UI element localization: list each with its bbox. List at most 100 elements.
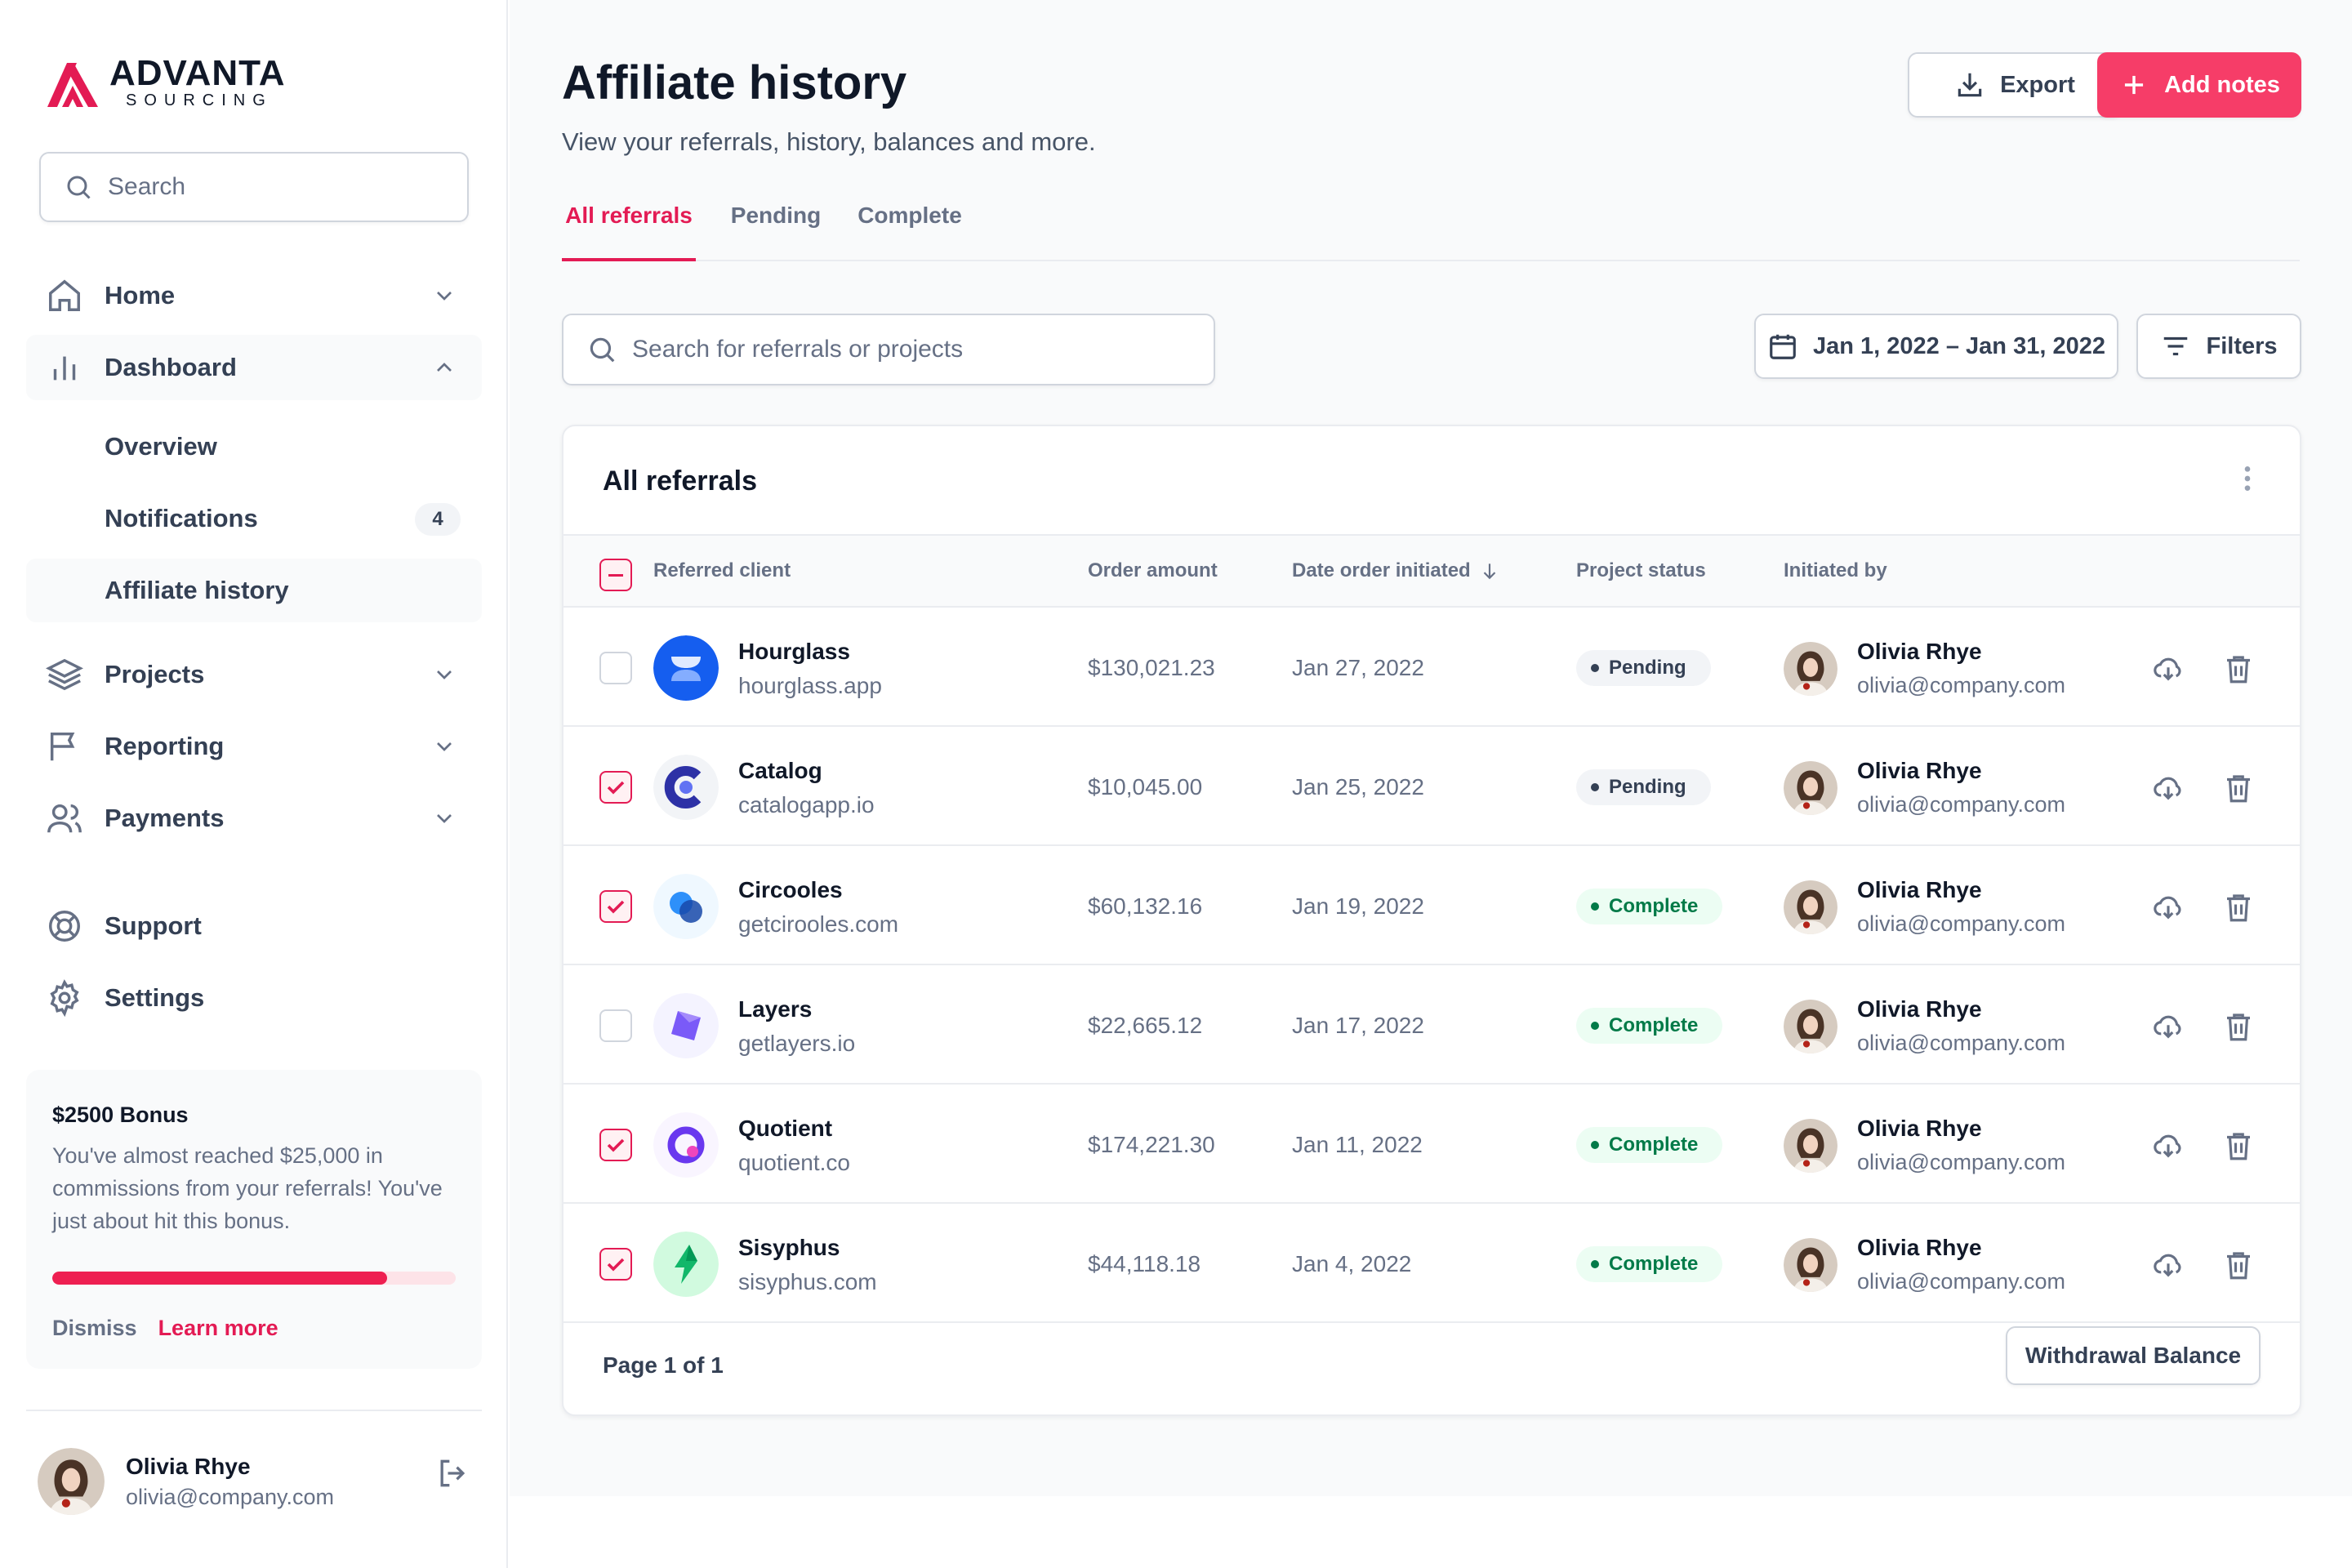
logout-icon[interactable] [434,1455,470,1491]
initiator-name: Olivia Rhye [1857,758,1982,783]
order-date: Jan 11, 2022 [1292,1132,1423,1157]
column-date-order-initiated[interactable]: Date order initiated [1292,536,1500,606]
avatar [1784,880,1838,934]
status-badge: Complete [1576,1127,1723,1163]
client-name: Quotient [738,1116,833,1141]
client-logo [653,1232,719,1297]
referrals-table-card: All referrals Referred client Order amou… [562,425,2301,1416]
sidebar-search-input[interactable] [108,173,451,201]
download-cloud-icon[interactable] [2151,1248,2185,1282]
sidebar-item-dashboard[interactable]: Dashboard [26,335,482,400]
download-cloud-icon[interactable] [2151,890,2185,924]
initiator-name: Olivia Rhye [1857,1235,1982,1260]
sidebar-item-support[interactable]: Support [26,893,482,959]
pagination-label: Page 1 of 1 [603,1352,724,1378]
row-checkbox[interactable] [599,652,632,684]
download-cloud-icon[interactable] [2151,652,2185,686]
check-icon [607,1258,625,1272]
table-row[interactable]: Quotient quotient.co $174,221.30 Jan 11,… [564,1086,2300,1204]
status-badge: Pending [1576,650,1711,686]
referral-search [562,314,1215,385]
download-icon [1958,73,1982,97]
avatar [1784,761,1838,815]
filter-lines-icon [2164,336,2188,356]
sidebar-user: Olivia Rhye olivia@company.com [38,1447,479,1516]
table-row[interactable]: Layers getlayers.io $22,665.12 Jan 17, 2… [564,967,2300,1085]
sidebar-item-notifications[interactable]: Notifications 4 [26,487,482,550]
learn-more-link[interactable]: Learn more [158,1316,278,1341]
column-label: Date order initiated [1292,559,1471,581]
download-cloud-icon[interactable] [2151,1129,2185,1163]
flag-icon [50,732,75,761]
trash-icon[interactable] [2221,652,2256,686]
add-notes-label: Add notes [2164,71,2280,98]
brand-logo[interactable]: ADVANTA SOURCING [44,54,286,111]
main-content: Affiliate history View your referrals, h… [510,0,2352,1496]
avatar [1784,1119,1838,1173]
column-initiated-by[interactable]: Initiated by [1784,536,1887,606]
avatar[interactable] [38,1448,105,1515]
client-url: catalogapp.io [738,792,875,817]
order-amount: $130,021.23 [1088,655,1215,680]
trash-icon[interactable] [2221,1248,2256,1282]
sidebar-item-home[interactable]: Home [26,263,482,328]
table-title: All referrals [603,466,757,497]
tab-all-referrals[interactable]: All referrals [562,191,696,261]
trash-icon[interactable] [2221,771,2256,805]
table-row[interactable]: Circooles getcirooles.com $60,132.16 Jan… [564,848,2300,965]
client-name: Sisyphus [738,1235,840,1260]
sidebar-item-settings[interactable]: Settings [26,965,482,1031]
gear-icon [50,979,79,1017]
row-checkbox[interactable] [599,1009,632,1042]
filters-button[interactable]: Filters [2136,314,2301,379]
trash-icon[interactable] [2221,1009,2256,1044]
withdrawal-balance-button[interactable]: Withdrawal Balance [2006,1326,2261,1385]
initiator-email: olivia@company.com [1857,911,2065,936]
dismiss-button[interactable]: Dismiss [52,1316,137,1341]
sidebar-item-label: Home [105,281,176,310]
search-icon [590,337,615,363]
column-referred-client[interactable]: Referred client [653,536,791,606]
tab-pending[interactable]: Pending [725,191,826,261]
initiator-name: Olivia Rhye [1857,996,1982,1022]
client-url: sisyphus.com [738,1269,877,1294]
sidebar-divider [26,1410,482,1411]
download-cloud-icon[interactable] [2151,1009,2185,1044]
more-vertical-icon[interactable] [2231,462,2264,495]
column-project-status[interactable]: Project status [1576,536,1706,606]
table-row[interactable]: Sisyphus sisyphus.com $44,118.18 Jan 4, … [564,1205,2300,1323]
table-row[interactable]: Hourglass hourglass.app $130,021.23 Jan … [564,609,2300,727]
row-checkbox[interactable] [599,771,632,804]
column-order-amount[interactable]: Order amount [1088,536,1218,606]
avatar [1784,1238,1838,1292]
bonus-progress-fill [52,1272,388,1285]
export-button[interactable]: Export [1908,52,2122,118]
tab-complete[interactable]: Complete [853,191,967,261]
row-checkbox[interactable] [599,1129,632,1161]
status-badge: Complete [1576,1246,1723,1282]
life-buoy-icon [49,911,80,942]
sidebar-item-label: Projects [105,660,205,688]
order-date: Jan 4, 2022 [1292,1251,1412,1276]
trash-icon[interactable] [2221,890,2256,924]
download-cloud-icon[interactable] [2151,771,2185,805]
check-icon [607,781,625,795]
trash-icon[interactable] [2221,1129,2256,1163]
status-badge: Complete [1576,1008,1723,1044]
sidebar-search [39,152,469,222]
row-checkbox[interactable] [599,1248,632,1281]
select-all-checkbox[interactable] [599,559,632,591]
sidebar-item-reporting[interactable]: Reporting [26,714,482,779]
date-range-button[interactable]: Jan 1, 2022 – Jan 31, 2022 [1754,314,2118,379]
row-checkbox[interactable] [599,890,632,923]
calendar-icon [1770,334,1796,359]
sidebar-item-affiliate-history[interactable]: Affiliate history [26,559,482,622]
add-notes-button[interactable]: Add notes [2097,52,2301,118]
sidebar-item-payments[interactable]: Payments [26,786,482,851]
referral-search-input[interactable] [632,336,1204,363]
sidebar-item-projects[interactable]: Projects [26,642,482,707]
advanta-logo-icon [47,63,98,107]
client-url: hourglass.app [738,673,882,698]
table-row[interactable]: Catalog catalogapp.io $10,045.00 Jan 25,… [564,728,2300,846]
sidebar-item-overview[interactable]: Overview [26,415,482,479]
